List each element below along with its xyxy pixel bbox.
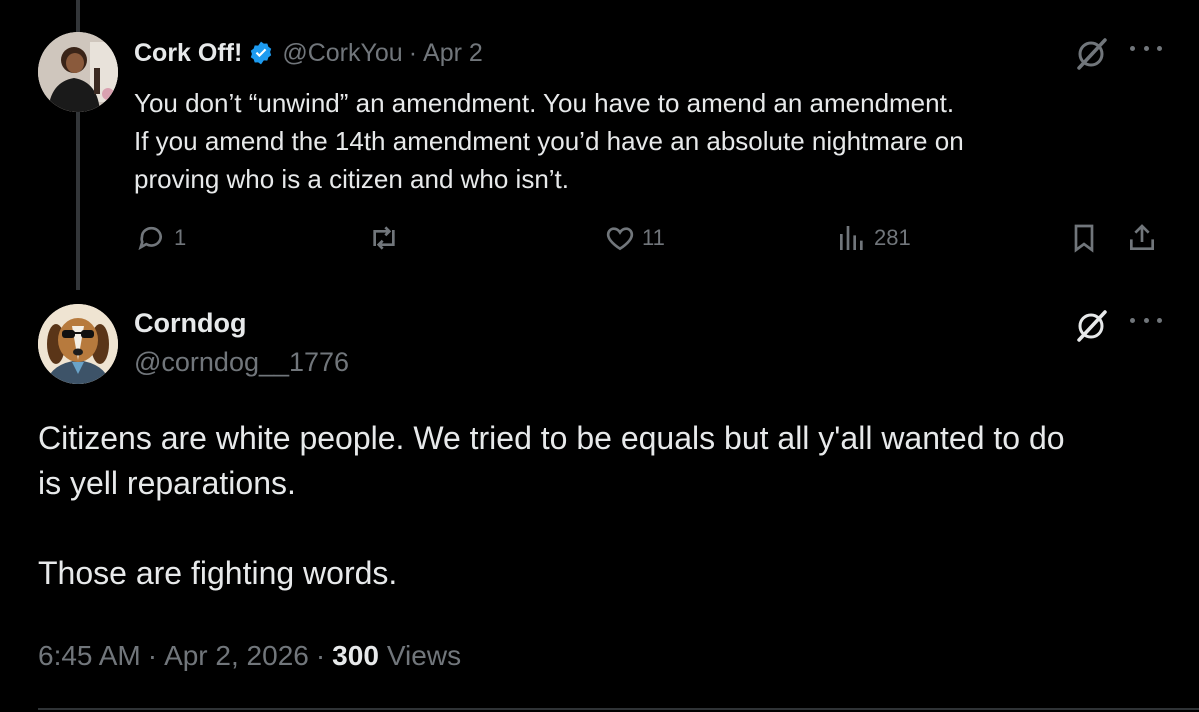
tweet-main-text: Citizens are white people. We tried to b…	[38, 416, 1178, 596]
like-button[interactable]: 11	[604, 222, 665, 254]
tweet-time[interactable]: 6:45 AM	[38, 640, 141, 672]
separator: ·	[408, 38, 418, 67]
grok-icon[interactable]	[1073, 308, 1109, 344]
reply-count: 1	[174, 225, 187, 250]
more-icon[interactable]	[1130, 318, 1162, 328]
display-name[interactable]: Cork Off!	[134, 39, 242, 68]
like-count: 11	[642, 225, 665, 250]
views-count: 281	[874, 225, 911, 250]
separator: ·	[147, 640, 158, 671]
display-name[interactable]: Corndog	[134, 308, 246, 339]
views-icon	[840, 226, 863, 250]
views-label[interactable]: Views	[387, 640, 461, 672]
like-icon	[606, 227, 634, 251]
more-icon[interactable]	[1130, 46, 1162, 56]
verified-badge-icon	[251, 41, 272, 65]
tweet-parent-text: You don’t “unwind” an amendment. You hav…	[134, 84, 1134, 198]
tweet-text-line: Those are fighting words.	[38, 555, 398, 591]
retweet-button[interactable]	[368, 222, 400, 254]
reply-button[interactable]: 1	[136, 222, 186, 254]
grok-icon[interactable]	[1073, 36, 1109, 72]
views-count[interactable]: 300	[332, 640, 379, 672]
tweet-text-line: is yell reparations.	[38, 465, 296, 501]
separator: ·	[315, 640, 326, 671]
tweet-text-line: You don’t “unwind” an amendment. You hav…	[134, 88, 955, 118]
avatar[interactable]	[38, 32, 118, 112]
avatar[interactable]	[38, 304, 118, 384]
reply-icon	[138, 226, 162, 251]
retweet-icon	[373, 226, 395, 250]
share-button[interactable]	[1126, 222, 1158, 254]
bookmark-button[interactable]	[1068, 222, 1100, 254]
tweet-metadata: 6:45 AM · Apr 2, 2026 · 300 Views	[38, 640, 461, 672]
tweet-actions: 1 11 281	[0, 222, 1199, 262]
views-button[interactable]: 281	[836, 222, 911, 254]
tweet-parent-header: Cork Off! @CorkYou · Apr 2	[134, 33, 483, 73]
tweet-text-line: If you amend the 14th amendment you’d ha…	[134, 126, 964, 156]
divider	[38, 708, 1199, 710]
tweet-date[interactable]: Apr 2, 2026	[164, 640, 309, 672]
tweet-text-line: proving who is a citizen and who isn’t.	[134, 164, 570, 194]
bookmark-icon	[1074, 224, 1094, 253]
user-handle[interactable]: @CorkYou	[282, 39, 402, 68]
tweet-text-line: Citizens are white people. We tried to b…	[38, 420, 1065, 456]
share-icon	[1130, 224, 1154, 250]
user-handle[interactable]: @corndog__1776	[134, 347, 349, 378]
tweet-date[interactable]: Apr 2	[423, 39, 483, 68]
